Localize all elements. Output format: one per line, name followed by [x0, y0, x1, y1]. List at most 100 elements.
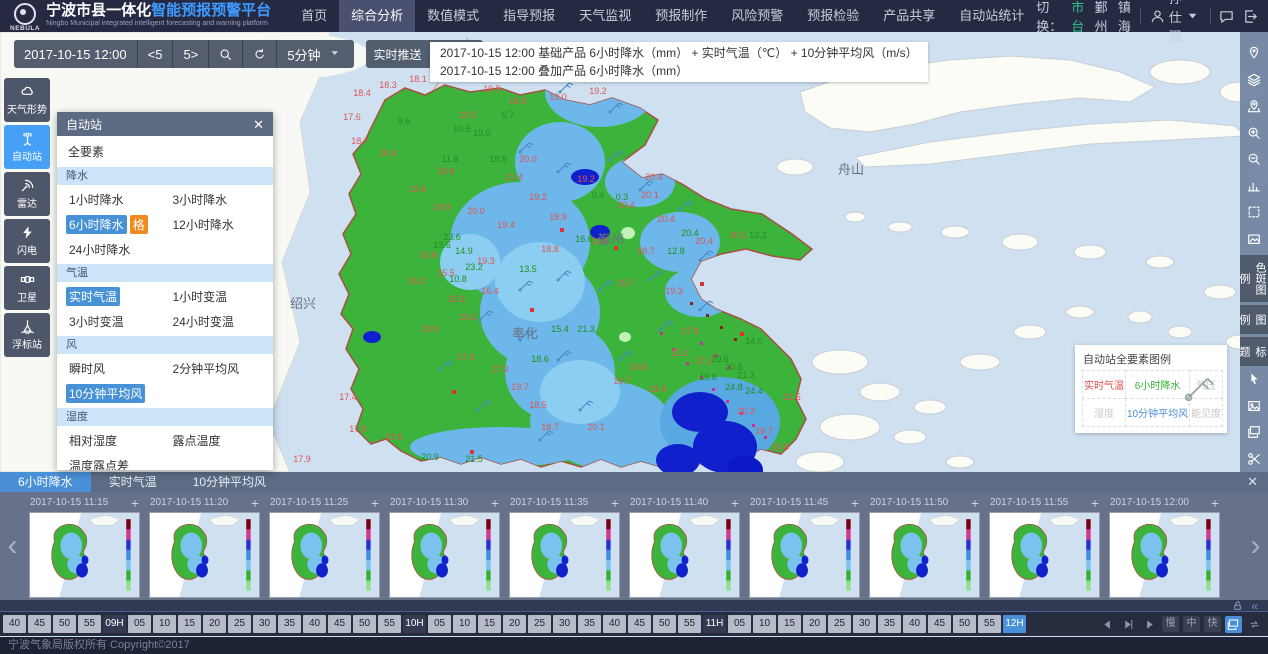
datetime-field[interactable]: 2017-10-15 12:00: [14, 40, 137, 68]
timeline-cell-40[interactable]: 12H: [1003, 615, 1026, 633]
rail-cursor-button[interactable]: [1240, 366, 1268, 392]
add-icon[interactable]: +: [1211, 495, 1219, 511]
panel-option-1-3[interactable]: 24小时变温: [170, 309, 274, 334]
close-icon[interactable]: ✕: [253, 118, 264, 131]
timeline-cell-6[interactable]: 10: [153, 615, 176, 633]
strip-prev-button[interactable]: ‹: [0, 492, 25, 600]
nav-item-6[interactable]: 风险预警: [719, 0, 795, 32]
add-icon[interactable]: +: [1091, 495, 1099, 511]
timeline-cell-27[interactable]: 55: [678, 615, 701, 633]
user-menu[interactable]: 孙仕强: [1150, 0, 1201, 45]
logout-icon[interactable]: [1243, 9, 1258, 24]
frames-mode-button[interactable]: [1225, 616, 1242, 633]
sidebar-item-radar[interactable]: 雷达: [4, 172, 50, 216]
lock-icon[interactable]: [1232, 600, 1243, 611]
step-back-button[interactable]: <5: [137, 40, 173, 68]
timeline-cell-24[interactable]: 40: [603, 615, 626, 633]
timeline-cell-2[interactable]: 50: [53, 615, 76, 633]
timeline-cell-25[interactable]: 45: [628, 615, 651, 633]
add-icon[interactable]: +: [371, 495, 379, 511]
thumbnail-map[interactable]: [389, 512, 500, 598]
timeline-cell-0[interactable]: 40: [3, 615, 26, 633]
rail-text-button-2[interactable]: 标题: [1240, 337, 1268, 366]
timeline-cell-7[interactable]: 15: [178, 615, 201, 633]
timeline-cell-26[interactable]: 50: [653, 615, 676, 633]
timeline-cell-36[interactable]: 40: [903, 615, 926, 633]
timeline-cell-16[interactable]: 10H: [403, 615, 426, 633]
rail-measure-button[interactable]: [1240, 172, 1268, 198]
timeline-cell-18[interactable]: 10: [453, 615, 476, 633]
speed-button-2[interactable]: 快: [1204, 616, 1221, 632]
timeline-cell-11[interactable]: 35: [278, 615, 301, 633]
sidebar-item-satellite[interactable]: 卫星: [4, 266, 50, 310]
speed-button-1[interactable]: 中: [1183, 616, 1200, 632]
timeline-cell-23[interactable]: 35: [578, 615, 601, 633]
panel-option-0-4[interactable]: 24小时降水: [66, 237, 170, 262]
timeline-cell-8[interactable]: 20: [203, 615, 226, 633]
panel-option-0-2[interactable]: 6小时降水格: [66, 212, 170, 237]
panel-option-1-1[interactable]: 1小时变温: [170, 284, 274, 309]
thumbnail-map[interactable]: [269, 512, 380, 598]
panel-option-0-3[interactable]: 12小时降水: [170, 212, 274, 237]
refresh-button[interactable]: [242, 40, 276, 68]
timeline-cell-13[interactable]: 45: [328, 615, 351, 633]
rail-text-button-1[interactable]: 图例: [1240, 305, 1268, 334]
play-button[interactable]: [1141, 616, 1158, 633]
add-icon[interactable]: +: [971, 495, 979, 511]
timeline-cell-20[interactable]: 20: [503, 615, 526, 633]
all-elements-item[interactable]: 全要素: [57, 136, 273, 167]
thumbnail-map[interactable]: [149, 512, 260, 598]
nav-item-1[interactable]: 综合分析: [339, 0, 415, 32]
timeline-cell-28[interactable]: 11H: [703, 615, 726, 633]
add-icon[interactable]: +: [731, 495, 739, 511]
loop-button[interactable]: [1246, 616, 1263, 633]
sidebar-item-buoy[interactable]: 浮标站: [4, 313, 50, 357]
thumbnail-map[interactable]: [629, 512, 740, 598]
timeline-cell-32[interactable]: 20: [803, 615, 826, 633]
nav-item-5[interactable]: 预报制作: [643, 0, 719, 32]
rail-select-area-button[interactable]: [1240, 199, 1268, 225]
timeline-cell-10[interactable]: 30: [253, 615, 276, 633]
speed-button-0[interactable]: 慢: [1162, 616, 1179, 632]
add-icon[interactable]: +: [491, 495, 499, 511]
rail-text-button-0[interactable]: 色斑图例: [1240, 255, 1268, 303]
site-option-1[interactable]: 鄞州: [1095, 0, 1108, 35]
panel-option-3-2[interactable]: 温度露点差: [66, 453, 170, 470]
nav-item-2[interactable]: 数值模式: [415, 0, 491, 32]
timeline-cell-31[interactable]: 15: [778, 615, 801, 633]
site-option-0[interactable]: 市台: [1071, 0, 1084, 35]
timeline-cell-1[interactable]: 45: [28, 615, 51, 633]
panel-option-3-1[interactable]: 露点温度: [170, 428, 274, 453]
timeline-cell-9[interactable]: 25: [228, 615, 251, 633]
rail-zoom-out-button[interactable]: [1240, 146, 1268, 172]
timeline-cell-14[interactable]: 50: [353, 615, 376, 633]
frame-tab-1[interactable]: 实时气温: [91, 472, 175, 492]
thumbnail-map[interactable]: [29, 512, 140, 598]
panel-option-1-2[interactable]: 3小时变温: [66, 309, 170, 334]
sidebar-item-station[interactable]: 自动站: [4, 125, 50, 169]
strip-next-button[interactable]: ›: [1243, 492, 1268, 600]
thumbnail-map[interactable]: [1109, 512, 1220, 598]
add-icon[interactable]: +: [851, 495, 859, 511]
timeline-cell-19[interactable]: 15: [478, 615, 501, 633]
nav-item-7[interactable]: 预报检验: [795, 0, 871, 32]
message-icon[interactable]: [1219, 9, 1234, 24]
timeline-cell-39[interactable]: 55: [978, 615, 1001, 633]
thumbnail-map[interactable]: [509, 512, 620, 598]
search-button[interactable]: [208, 40, 242, 68]
nav-item-9[interactable]: 自动站统计: [947, 0, 1036, 32]
timeline-cell-5[interactable]: 05: [128, 615, 151, 633]
rail-scissors-button[interactable]: [1240, 446, 1268, 472]
grid-badge[interactable]: 格: [130, 215, 148, 234]
timeline-cell-33[interactable]: 25: [828, 615, 851, 633]
timeline-cell-4[interactable]: 09H: [103, 615, 126, 633]
sidebar-item-weather[interactable]: 天气形势: [4, 78, 50, 122]
step-forward-frame-button[interactable]: [1120, 616, 1137, 633]
rail-map-marker-button[interactable]: [1240, 93, 1268, 119]
timeline-cell-35[interactable]: 35: [878, 615, 901, 633]
panel-option-1-0[interactable]: 实时气温: [66, 284, 170, 309]
timeline-cell-34[interactable]: 30: [853, 615, 876, 633]
timeline-cell-22[interactable]: 30: [553, 615, 576, 633]
step-back-frame-button[interactable]: [1099, 616, 1116, 633]
panel-option-0-0[interactable]: 1小时降水: [66, 187, 170, 212]
